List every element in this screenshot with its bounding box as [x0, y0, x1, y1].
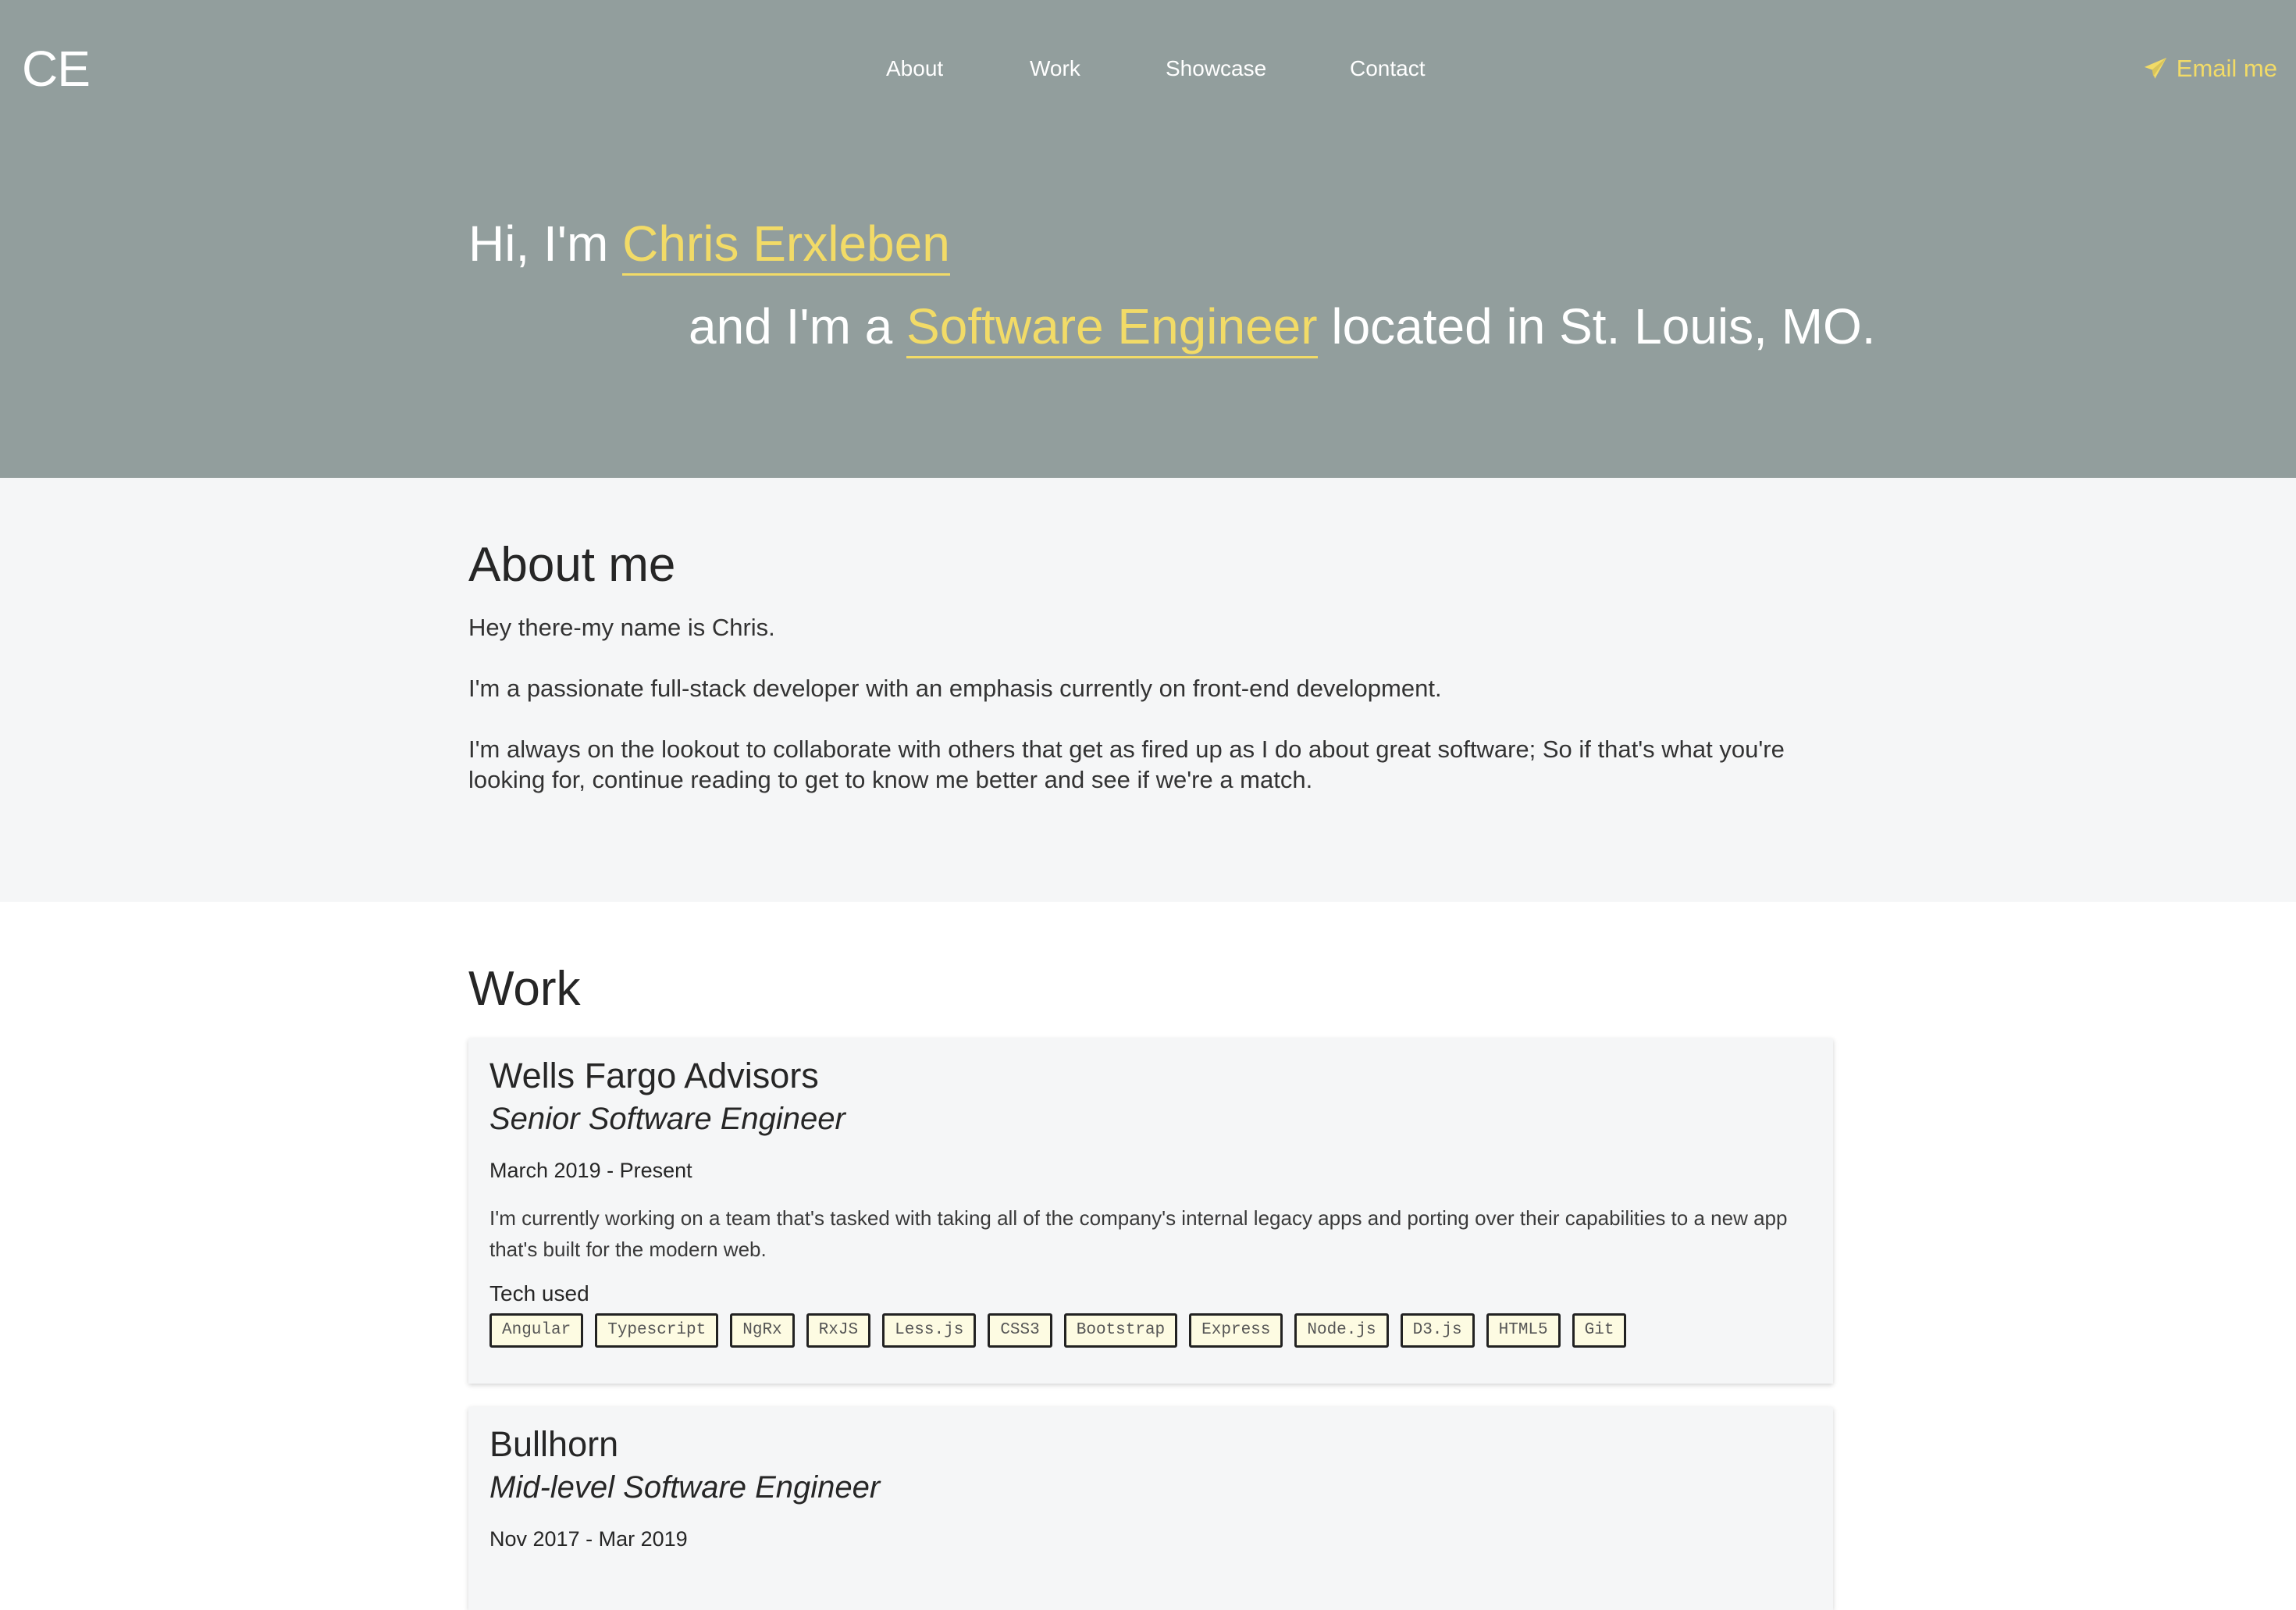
hero-line2-prefix: and I'm a — [689, 298, 907, 354]
tech-tag: Less.js — [882, 1313, 977, 1348]
tech-tag: Typescript — [595, 1313, 719, 1348]
hero-name-link[interactable]: Chris Erxleben — [622, 215, 950, 276]
tech-tag: Express — [1189, 1313, 1283, 1348]
hero-title-link[interactable]: Software Engineer — [906, 298, 1318, 358]
email-me-label: Email me — [2176, 55, 2277, 82]
tech-tag: Angular — [489, 1313, 584, 1348]
about-heading: About me — [468, 538, 676, 592]
tech-tag: D3.js — [1400, 1313, 1475, 1348]
tech-tag: Git — [1572, 1313, 1627, 1348]
nav-work[interactable]: Work — [1030, 52, 1080, 86]
about-section: About me Hey there-my name is Chris. I'm… — [0, 478, 2296, 902]
hero-greeting-line: Hi, I'm Chris Erxleben — [468, 211, 950, 276]
hero-greeting: Hi, I'm — [468, 215, 623, 272]
tech-tag: RxJS — [806, 1313, 871, 1348]
hero-title-line: and I'm a Software Engineer located in S… — [689, 294, 1876, 359]
paper-plane-icon — [2142, 55, 2169, 82]
nav-showcase[interactable]: Showcase — [1166, 52, 1266, 86]
job-company: Wells Fargo Advisors — [489, 1056, 819, 1095]
main-nav: About Work Showcase Contact — [0, 52, 2296, 86]
work-heading: Work — [468, 962, 581, 1016]
job-company: Bullhorn — [489, 1424, 619, 1464]
tech-used-label: Tech used — [489, 1281, 589, 1305]
job-dates: March 2019 - Present — [489, 1159, 692, 1182]
about-paragraph: Hey there-my name is Chris. — [468, 614, 775, 641]
tech-tag: HTML5 — [1486, 1313, 1561, 1348]
tech-tag: Node.js — [1294, 1313, 1389, 1348]
tech-tag: Bootstrap — [1063, 1313, 1178, 1348]
hero-header: CE About Work Showcase Contact Email me … — [0, 0, 2296, 478]
about-paragraph: I'm always on the lookout to collaborate… — [468, 736, 1785, 793]
job-description: I'm currently working on a team that's t… — [489, 1206, 1788, 1261]
nav-contact[interactable]: Contact — [1350, 52, 1426, 86]
job-role: Mid-level Software Engineer — [489, 1470, 881, 1505]
job-dates: Nov 2017 - Mar 2019 — [489, 1527, 688, 1551]
job-card: Wells Fargo Advisors Senior Software Eng… — [468, 1038, 1833, 1384]
tech-tag: CSS3 — [988, 1313, 1052, 1348]
hero-line2-suffix: located in St. Louis, MO. — [1317, 298, 1876, 354]
email-me-link[interactable]: Email me — [2142, 50, 2277, 87]
job-role: Senior Software Engineer — [489, 1102, 845, 1136]
tech-tag-list: Angular Typescript NgRx RxJS Less.js CSS… — [489, 1313, 1812, 1348]
nav-about[interactable]: About — [886, 52, 943, 86]
tech-tag: NgRx — [730, 1313, 795, 1348]
job-card: Bullhorn Mid-level Software Engineer Nov… — [468, 1407, 1833, 1610]
about-paragraph: I'm a passionate full-stack developer wi… — [468, 675, 1442, 702]
